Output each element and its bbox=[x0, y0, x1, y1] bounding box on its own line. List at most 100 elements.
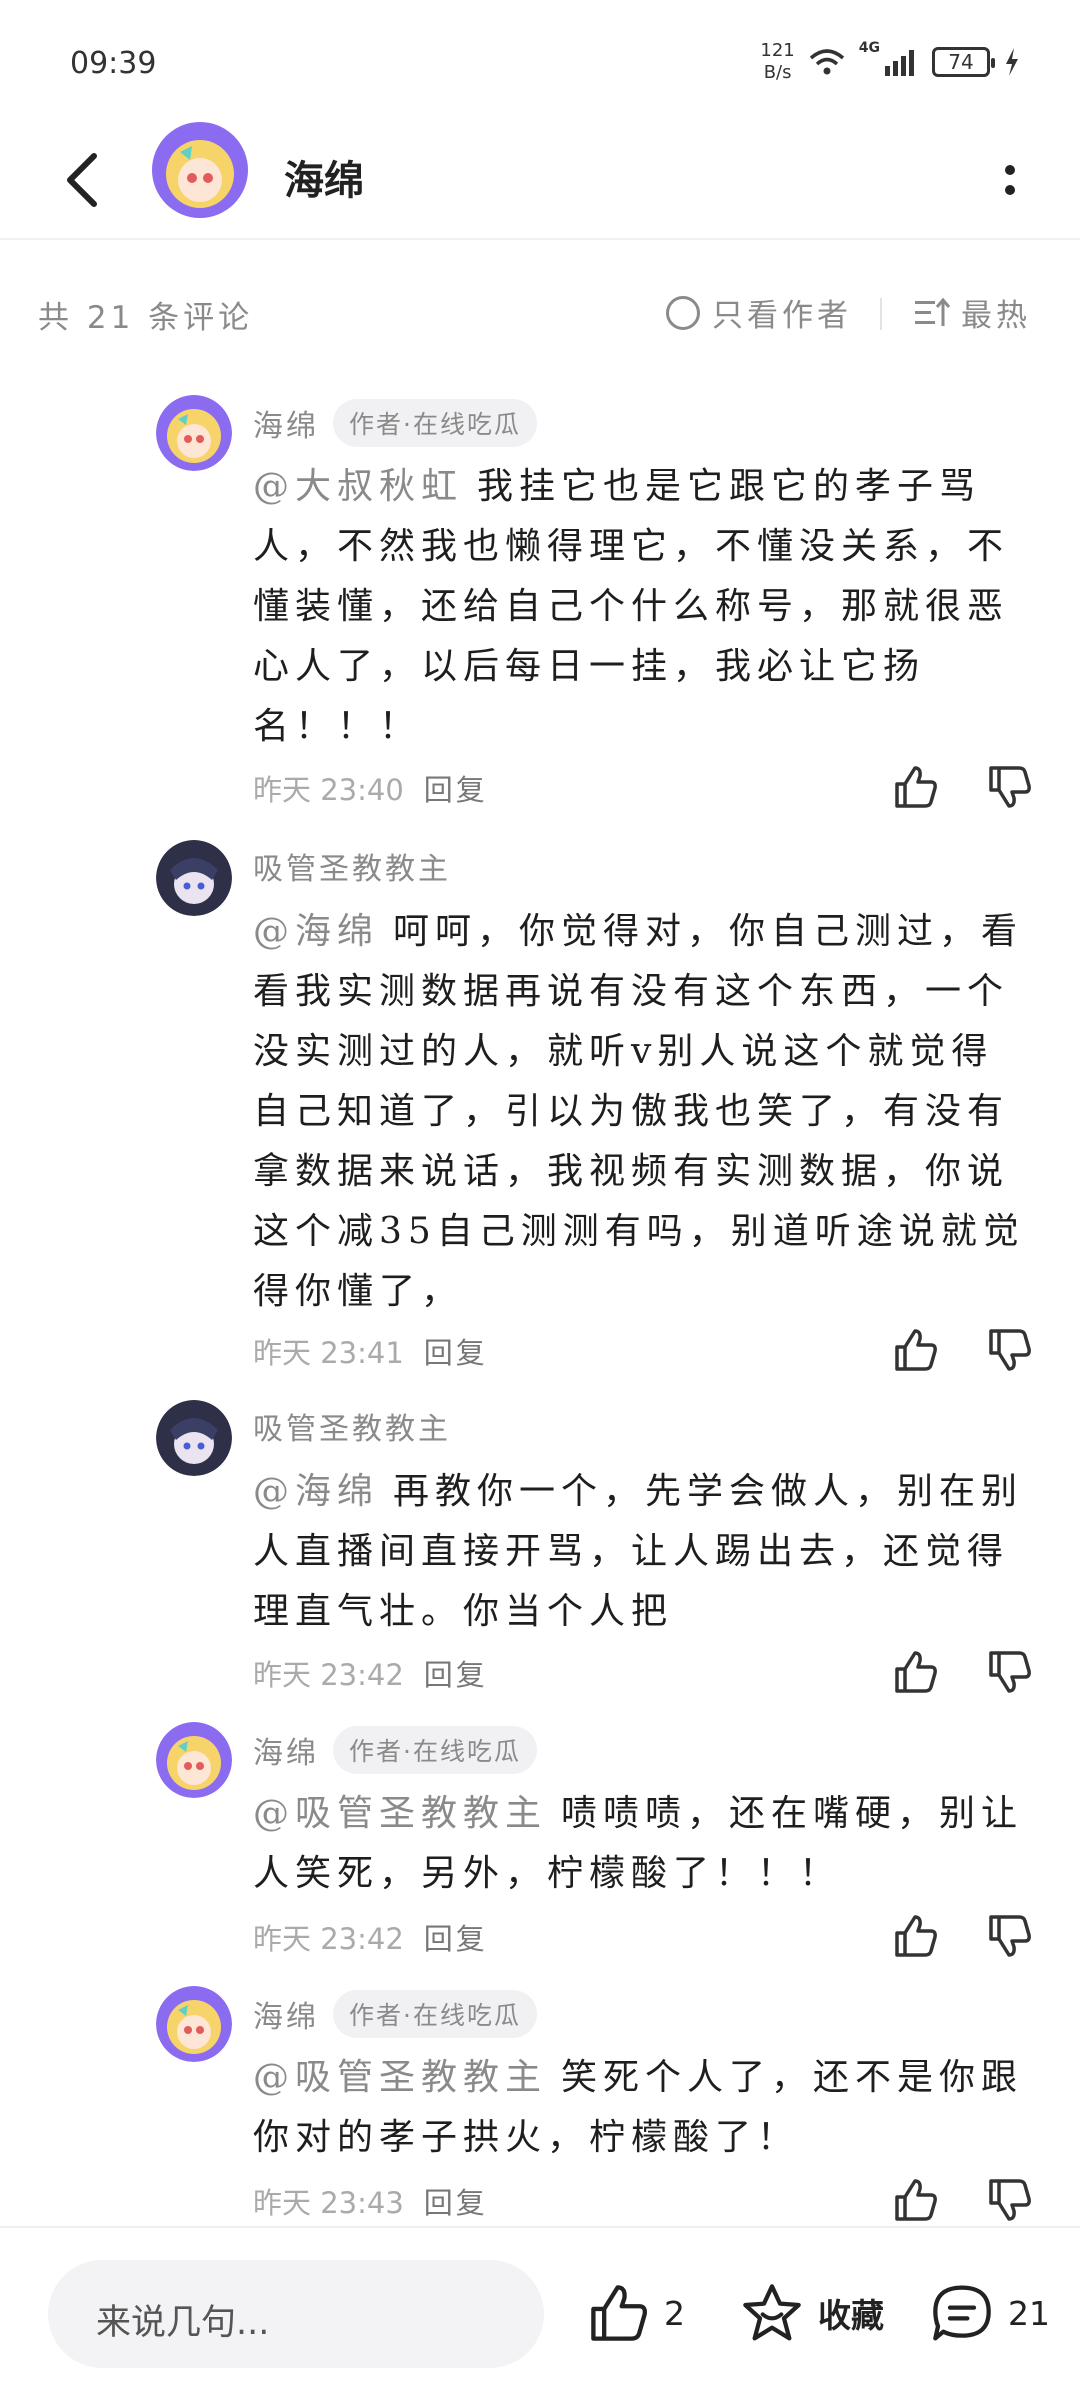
comment-count-bottom: 21 bbox=[1008, 2293, 1050, 2333]
network-speed: 121 B/s bbox=[760, 40, 795, 83]
comment-input-placeholder: 来说几句... bbox=[96, 2303, 270, 2343]
battery-indicator: 74 bbox=[932, 47, 995, 77]
reply-button[interactable]: 回复 bbox=[424, 1330, 488, 1372]
comment-text: @海绵 呵呵，你觉得对，你自己测过，看看我实测数据再说有没有这个东西，一个没实测过… bbox=[253, 902, 1033, 1322]
comment-meta: 昨天 23:41 回复 bbox=[253, 1330, 488, 1372]
comment-mention[interactable]: @海绵 bbox=[253, 1471, 379, 1512]
comment-content: 我挂它也是它跟它的孝子骂人，不然我也懒得理它，不懂没关系，不懂装懂，还给自己个什… bbox=[253, 466, 1010, 747]
dislike-button[interactable] bbox=[984, 2174, 1036, 2226]
comment-text: @吸管圣教教主 笑死个人了，还不是你跟你对的孝子拱火，柠檬酸了！ bbox=[253, 2048, 1033, 2168]
reply-button[interactable]: 回复 bbox=[424, 767, 488, 809]
thumbs-down-icon bbox=[989, 2179, 1031, 2221]
thumbs-up-icon bbox=[895, 766, 937, 808]
reply-button[interactable]: 回复 bbox=[424, 2180, 488, 2222]
divider bbox=[880, 298, 882, 330]
comment-text: @大叔秋虹 我挂它也是它跟它的孝子骂人，不然我也懒得理它，不懂没关系，不懂装懂，还… bbox=[253, 457, 1033, 757]
like-post-button[interactable]: 2 bbox=[588, 2282, 685, 2344]
page-title: 海绵 bbox=[284, 158, 364, 204]
like-button[interactable] bbox=[890, 1646, 942, 1698]
favorite-label: 收藏 bbox=[818, 2296, 884, 2335]
like-button[interactable] bbox=[890, 761, 942, 813]
status-icons: 121 B/s 4G 74 bbox=[760, 40, 1020, 84]
like-button[interactable] bbox=[890, 2174, 942, 2226]
comment-text: @海绵 再教你一个，先学会做人，别在别人直播间直接开骂，让人踢出去，还觉得理直气壮… bbox=[253, 1462, 1033, 1642]
dislike-button[interactable] bbox=[984, 1324, 1036, 1376]
thumbs-down-icon bbox=[989, 766, 1031, 808]
avatar[interactable] bbox=[156, 1986, 232, 2062]
avatar[interactable] bbox=[156, 1722, 232, 1798]
avatar[interactable] bbox=[152, 122, 248, 218]
back-button[interactable] bbox=[52, 146, 112, 214]
comment-bubble-icon bbox=[933, 2285, 991, 2341]
comment-actions bbox=[890, 761, 1036, 813]
top-header: 海绵 bbox=[0, 120, 1080, 240]
comment-item: 海绵 作者·在线吃瓜 @吸管圣教教主 笑死个人了，还不是你跟你对的孝子拱火，柠檬酸… bbox=[0, 1986, 1080, 2221]
comment-author-row: 海绵 作者·在线吃瓜 bbox=[253, 399, 537, 447]
comment-input[interactable]: 来说几句... bbox=[48, 2260, 544, 2368]
bottom-action-bar: 来说几句... 2 收藏 21 bbox=[0, 2226, 1080, 2398]
comment-item: 海绵 作者·在线吃瓜 @吸管圣教教主 啧啧啧，还在嘴硬，别让人笑死，另外，柠檬酸了… bbox=[0, 1722, 1080, 1962]
like-count: 2 bbox=[664, 2293, 685, 2333]
comment-author[interactable]: 海绵 bbox=[253, 1728, 319, 1772]
sort-icon bbox=[915, 297, 951, 326]
radio-icon bbox=[666, 295, 700, 330]
comment-time: 昨天 23:40 bbox=[253, 773, 404, 807]
more-vertical-icon bbox=[1005, 165, 1015, 195]
sort-button[interactable]: 最热 bbox=[915, 290, 1031, 335]
like-button[interactable] bbox=[890, 1324, 942, 1376]
comment-mention[interactable]: @海绵 bbox=[253, 911, 379, 952]
author-badge: 作者·在线吃瓜 bbox=[333, 1990, 537, 2038]
comment-author[interactable]: 吸管圣教教主 bbox=[253, 844, 451, 888]
comment-content: 呵呵，你觉得对，你自己测过，看看我实测数据再说有没有这个东西，一个没实测过的人，… bbox=[253, 911, 1025, 1312]
comment-count: 共 21 条评论 bbox=[38, 300, 254, 336]
sort-label: 最热 bbox=[961, 298, 1031, 334]
thumbs-down-icon bbox=[989, 1329, 1031, 1371]
comment-author[interactable]: 吸管圣教教主 bbox=[253, 1404, 451, 1448]
dislike-button[interactable] bbox=[984, 761, 1036, 813]
author-badge: 作者·在线吃瓜 bbox=[333, 1726, 537, 1774]
comment-actions bbox=[890, 2174, 1036, 2226]
comment-time: 昨天 23:42 bbox=[253, 1922, 404, 1956]
thumbs-up-icon bbox=[895, 2179, 937, 2221]
reply-button[interactable]: 回复 bbox=[424, 1916, 488, 1958]
favorite-button[interactable]: 收藏 bbox=[740, 2282, 884, 2344]
comment-author[interactable]: 海绵 bbox=[253, 1992, 319, 2036]
comment-mention[interactable]: @吸管圣教教主 bbox=[253, 1793, 547, 1834]
network-type: 4G bbox=[858, 40, 880, 56]
comment-meta: 昨天 23:40 回复 bbox=[253, 767, 488, 809]
comment-item: 海绵 作者·在线吃瓜 @大叔秋虹 我挂它也是它跟它的孝子骂人，不然我也懒得理它，不… bbox=[0, 395, 1080, 825]
comment-filter-bar: 共 21 条评论 只看作者 最热 bbox=[0, 280, 1080, 350]
comment-author-row: 海绵 作者·在线吃瓜 bbox=[253, 1726, 537, 1774]
thumbs-up-icon bbox=[591, 2285, 647, 2341]
status-time: 09:39 bbox=[70, 46, 157, 81]
reply-button[interactable]: 回复 bbox=[424, 1652, 488, 1694]
comment-meta: 昨天 23:42 回复 bbox=[253, 1916, 488, 1958]
dislike-button[interactable] bbox=[984, 1910, 1036, 1962]
chevron-left-icon bbox=[67, 153, 97, 207]
comment-time: 昨天 23:41 bbox=[253, 1336, 404, 1370]
comment-time: 昨天 23:43 bbox=[253, 2186, 404, 2220]
comment-mention[interactable]: @吸管圣教教主 bbox=[253, 2057, 547, 2098]
comments-button[interactable]: 21 bbox=[930, 2282, 1050, 2344]
thumbs-up-icon bbox=[895, 1329, 937, 1371]
avatar[interactable] bbox=[156, 1400, 232, 1476]
thumbs-up-icon bbox=[895, 1915, 937, 1957]
thumbs-down-icon bbox=[989, 1651, 1031, 1693]
comment-text: @吸管圣教教主 啧啧啧，还在嘴硬，别让人笑死，另外，柠檬酸了！！！ bbox=[253, 1784, 1033, 1904]
comment-meta: 昨天 23:42 回复 bbox=[253, 1652, 488, 1694]
comment-item: 吸管圣教教主 @海绵 呵呵，你觉得对，你自己测过，看看我实测数据再说有没有这个东西… bbox=[0, 840, 1080, 1372]
comment-time: 昨天 23:42 bbox=[253, 1658, 404, 1692]
comment-author[interactable]: 海绵 bbox=[253, 401, 319, 445]
comment-author-row: 海绵 作者·在线吃瓜 bbox=[253, 1990, 537, 2038]
comment-meta: 昨天 23:43 回复 bbox=[253, 2180, 488, 2222]
like-button[interactable] bbox=[890, 1910, 942, 1962]
thumbs-down-icon bbox=[989, 1915, 1031, 1957]
avatar[interactable] bbox=[156, 395, 232, 471]
more-options-button[interactable] bbox=[980, 150, 1040, 210]
dislike-button[interactable] bbox=[984, 1646, 1036, 1698]
comment-mention[interactable]: @大叔秋虹 bbox=[253, 466, 463, 507]
author-only-toggle[interactable]: 只看作者 bbox=[666, 290, 852, 335]
comment-author-row: 吸管圣教教主 bbox=[253, 844, 451, 888]
comment-actions bbox=[890, 1646, 1036, 1698]
avatar[interactable] bbox=[156, 840, 232, 916]
